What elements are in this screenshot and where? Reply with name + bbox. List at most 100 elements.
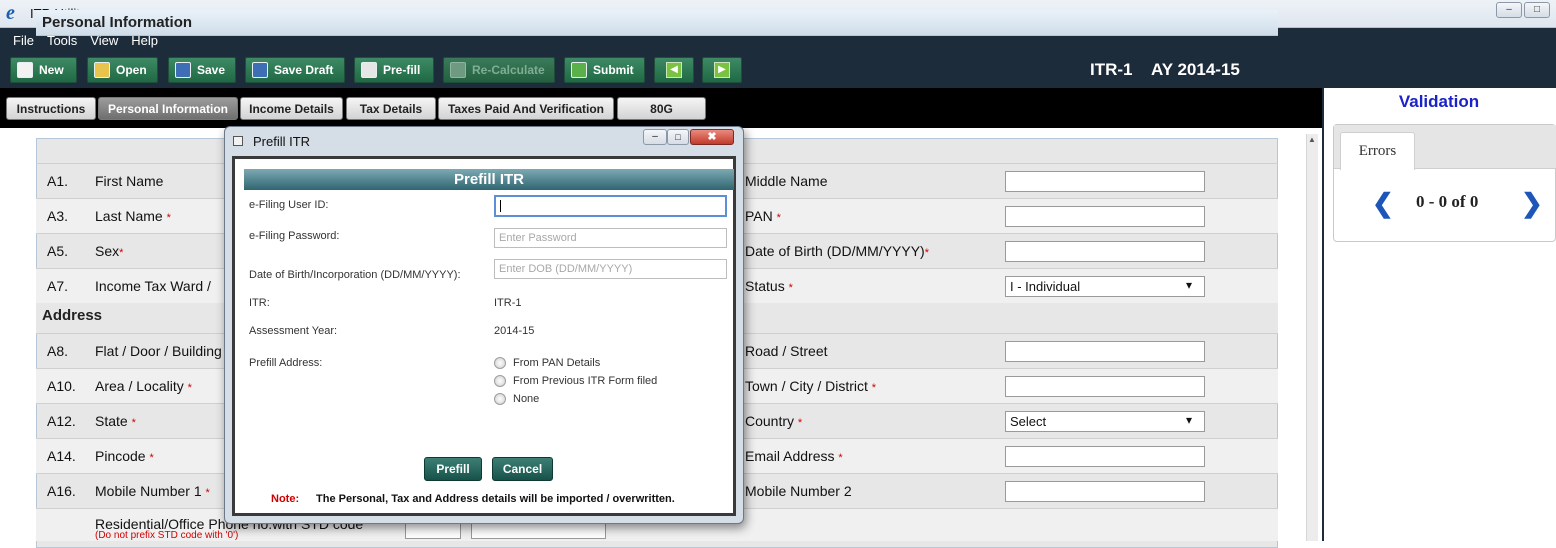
state-label: State * (95, 413, 136, 429)
country-select[interactable]: Select (1005, 411, 1205, 432)
row-number: A7. (47, 278, 69, 294)
validation-title: Validation (1398, 92, 1480, 111)
save-disk-icon (175, 62, 191, 78)
date-of-birth-label: Date of Birth (DD/MM/YYYY)* (745, 243, 929, 259)
recalculate-button[interactable]: Re-Calculate (443, 57, 555, 83)
pan-label: PAN * (745, 208, 781, 224)
itr-value: ITR-1 (494, 297, 522, 309)
tab-taxes-paid-verification[interactable]: Taxes Paid And Verification (438, 97, 614, 120)
tab-tax-details[interactable]: Tax Details (346, 97, 436, 120)
password-label: e-Filing Password: (249, 230, 340, 242)
status-select[interactable]: I - Individual (1005, 276, 1205, 297)
note-text: The Personal, Tax and Address details wi… (316, 493, 675, 505)
arrow-right-icon: ▶ (714, 62, 730, 78)
save-button-label: Save (197, 63, 226, 77)
road-street-input[interactable] (1005, 341, 1205, 362)
road-street-label: Road / Street (745, 343, 828, 359)
tab-instructions[interactable]: Instructions (6, 97, 96, 120)
row-number: A1. (47, 173, 69, 189)
tab-income-details[interactable]: Income Details (240, 97, 343, 120)
assessment-year-label: Assessment Year: (249, 325, 338, 337)
row-number: A3. (47, 208, 69, 224)
scroll-up-icon[interactable]: ▲ (1307, 135, 1317, 147)
password-input[interactable]: Enter Password (494, 228, 727, 248)
radio-from-previous-itr[interactable] (494, 375, 506, 387)
dialog-maximize-icon[interactable]: □ (667, 129, 689, 145)
cancel-button[interactable]: Cancel (492, 457, 553, 481)
country-label: Country * (745, 413, 803, 429)
radio-none[interactable] (494, 393, 506, 405)
mobile-number-1-label: Mobile Number 1 * (95, 483, 210, 499)
menu-file[interactable]: File (13, 33, 34, 48)
submit-button-label: Submit (593, 63, 634, 77)
row-number: A10. (47, 378, 76, 394)
submit-arrow-icon (571, 62, 587, 78)
open-button[interactable]: Open (87, 57, 158, 83)
row-number: A5. (47, 243, 69, 259)
tab-bar: Instructions Personal Information Income… (0, 88, 1322, 128)
sex-label: Sex* (95, 243, 124, 259)
tab-errors[interactable]: Errors (1340, 132, 1415, 170)
pincode-label: Pincode * (95, 448, 154, 464)
prefill-button[interactable]: Pre-fill (354, 57, 434, 83)
new-file-icon (17, 62, 33, 78)
submit-button[interactable]: Submit (564, 57, 645, 83)
tab-80g[interactable]: 80G (617, 97, 706, 120)
tab-personal-information[interactable]: Personal Information (98, 97, 238, 120)
flat-door-building-label: Flat / Door / Building (95, 343, 222, 359)
previous-page-button[interactable]: ◀ (654, 57, 694, 83)
date-of-birth-input[interactable] (1005, 241, 1205, 262)
dialog-minimize-icon[interactable]: – (643, 129, 667, 145)
row-number: A14. (47, 448, 76, 464)
form-scrollbar[interactable] (1306, 134, 1318, 541)
prefill-button-label: Pre-fill (383, 63, 421, 77)
middle-name-input[interactable] (1005, 171, 1205, 192)
form-id-label: ITR-1 (1090, 60, 1133, 79)
assessment-year-value: 2014-15 (494, 325, 535, 337)
row-number: A16. (47, 483, 76, 499)
prefill-address-label: Prefill Address: (249, 357, 323, 369)
last-name-label: Last Name * (95, 208, 171, 224)
first-name-label: First Name (95, 173, 164, 189)
new-button-label: New (39, 63, 64, 77)
save-draft-button[interactable]: Save Draft (245, 57, 345, 83)
app-logo-icon: e (6, 2, 15, 24)
row-number: A12. (47, 413, 76, 429)
note-prefix: Note: (271, 493, 300, 505)
toolbar: New Open Save Save Draft Pre-fill Re-Cal… (0, 52, 1556, 88)
save-draft-icon (252, 62, 268, 78)
phone-note: (Do not prefix STD code with '0') (95, 530, 239, 541)
mobile-number-2-input[interactable] (1005, 481, 1205, 502)
save-button[interactable]: Save (168, 57, 236, 83)
assessment-year-label: AY 2014-15 (1151, 60, 1240, 79)
section-personal-information: Personal Information (36, 10, 1278, 36)
mobile-number-2-label: Mobile Number 2 (745, 483, 852, 499)
dialog-close-icon[interactable]: ✖ (690, 129, 734, 145)
dialog-title: Prefill ITR (253, 134, 311, 149)
new-button[interactable]: New (10, 57, 77, 83)
next-page-button[interactable]: ▶ (702, 57, 742, 83)
save-draft-button-label: Save Draft (274, 63, 334, 77)
prefill-submit-button[interactable]: Prefill (424, 457, 482, 481)
chevron-right-icon[interactable]: ❯ (1521, 188, 1543, 219)
arrow-left-icon: ◀ (666, 62, 682, 78)
minimize-icon[interactable]: – (1496, 2, 1522, 18)
chevron-left-icon[interactable]: ❮ (1372, 188, 1394, 219)
prefill-icon (361, 62, 377, 78)
dialog-header: Prefill ITR (244, 169, 734, 190)
restore-icon[interactable]: □ (1524, 2, 1550, 18)
middle-name-label: Middle Name (745, 173, 828, 189)
itr-label: ITR: (249, 297, 270, 309)
radio-from-pan[interactable] (494, 357, 506, 369)
town-city-district-input[interactable] (1005, 376, 1205, 397)
pan-input[interactable] (1005, 206, 1205, 227)
error-count: 0 - 0 of 0 (1416, 192, 1479, 211)
email-address-input[interactable] (1005, 446, 1205, 467)
dialog-window-icon (233, 136, 243, 146)
status-label: Status * (745, 278, 793, 294)
income-tax-ward-label: Income Tax Ward / (95, 278, 211, 294)
user-id-input[interactable] (494, 195, 727, 217)
dob-input[interactable]: Enter DOB (DD/MM/YYYY) (494, 259, 727, 279)
radio-none-label: None (513, 393, 540, 405)
recalculate-button-label: Re-Calculate (472, 63, 545, 77)
